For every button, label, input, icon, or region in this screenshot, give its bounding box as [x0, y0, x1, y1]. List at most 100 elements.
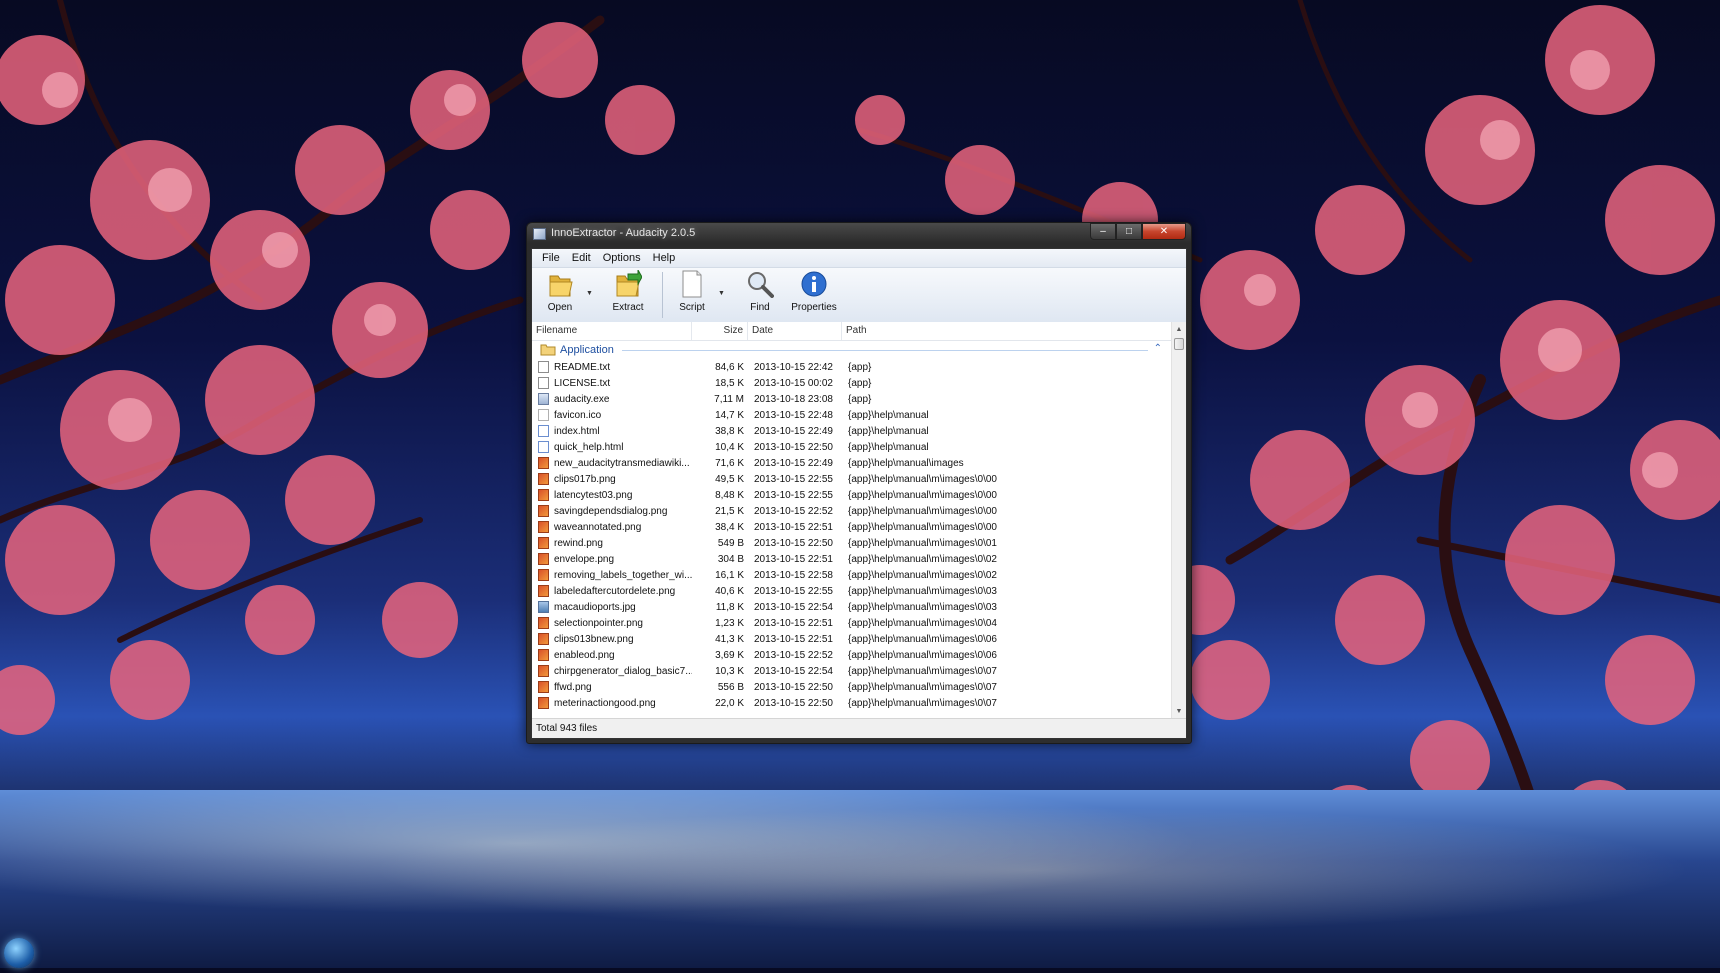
column-size[interactable]: Size [692, 322, 748, 340]
innoextractor-window: InnoExtractor - Audacity 2.0.5 – □ ✕ Fil… [526, 222, 1192, 744]
file-row[interactable]: clips017b.png 49,5 K 2013-10-15 22:55 {app}… [532, 471, 1172, 487]
file-row[interactable]: favicon.ico 14,7 K 2013-10-15 22:48 {app}\h… [532, 407, 1172, 423]
file-rows: README.txt 84,6 K 2013-10-15 22:42 {app} LIC… [532, 359, 1172, 711]
png-file-icon [538, 617, 549, 629]
menu-bar: File Edit Options Help [532, 249, 1186, 268]
file-row[interactable]: macaudioports.jpg 11,8 K 2013-10-15 22:54 {… [532, 599, 1172, 615]
file-date: 2013-10-15 22:52 [754, 505, 833, 517]
menu-edit[interactable]: Edit [566, 252, 597, 264]
jpg-file-icon [538, 601, 549, 613]
scroll-down-arrow[interactable]: ▼ [1172, 704, 1186, 718]
file-date: 2013-10-15 22:51 [754, 633, 833, 645]
toolbar-separator [662, 272, 663, 318]
file-row[interactable]: enableod.png 3,69 K 2013-10-15 22:52 {app}\… [532, 647, 1172, 663]
file-size: 3,69 K [715, 649, 744, 661]
group-header-application[interactable]: Application ⌃ [532, 342, 1172, 358]
file-row[interactable]: new_audacitytransmediawiki... 71,6 K 2013-… [532, 455, 1172, 471]
file-row[interactable]: labeledaftercutordelete.png 40,6 K 2013-10… [532, 583, 1172, 599]
start-button[interactable] [4, 938, 34, 968]
folder-open-icon [549, 275, 573, 297]
file-size: 18,5 K [715, 377, 744, 389]
png-file-icon [538, 489, 549, 501]
file-date: 2013-10-15 22:51 [754, 553, 833, 565]
file-date: 2013-10-18 23:08 [754, 393, 833, 405]
file-path: {app}\help\manual\images [848, 457, 964, 469]
file-name-cell: envelope.png [532, 553, 692, 565]
file-path: {app}\help\manual\m\images\0\00 [848, 473, 997, 485]
minimize-button[interactable]: – [1090, 223, 1116, 240]
file-name-cell: README.txt [532, 361, 692, 373]
file-name: clips013bnew.png [554, 633, 634, 645]
open-button[interactable]: Open [540, 270, 580, 320]
file-date: 2013-10-15 22:49 [754, 425, 833, 437]
menu-file[interactable]: File [536, 252, 566, 264]
extract-folder-icon [616, 270, 642, 297]
extract-button[interactable]: Extract [606, 270, 650, 320]
file-row[interactable]: removing_labels_together_wi... 16,1 K 2013… [532, 567, 1172, 583]
file-row[interactable]: quick_help.html 10,4 K 2013-10-15 22:50 {ap… [532, 439, 1172, 455]
file-name-cell: rewind.png [532, 537, 692, 549]
file-row[interactable]: envelope.png 304 B 2013-10-15 22:51 {app}\h… [532, 551, 1172, 567]
scroll-up-arrow[interactable]: ▲ [1172, 322, 1186, 336]
file-row[interactable]: savingdependsdialog.png 21,5 K 2013-10-15 … [532, 503, 1172, 519]
maximize-button[interactable]: □ [1116, 223, 1142, 240]
file-date: 2013-10-15 22:50 [754, 537, 833, 549]
file-size: 1,23 K [715, 617, 744, 629]
file-row[interactable]: README.txt 84,6 K 2013-10-15 22:42 {app} [532, 359, 1172, 375]
app-icon[interactable] [533, 228, 546, 240]
file-size: 40,6 K [715, 585, 744, 597]
menu-help[interactable]: Help [647, 252, 682, 264]
html-file-icon [538, 441, 549, 453]
file-date: 2013-10-15 22:42 [754, 361, 833, 373]
png-file-icon [538, 505, 549, 517]
collapse-caret-icon[interactable]: ⌃ [1154, 343, 1162, 354]
vertical-scrollbar[interactable]: ▲ ▼ [1171, 322, 1186, 718]
open-dropdown-arrow[interactable]: ▼ [586, 290, 593, 297]
file-name: removing_labels_together_wi... [554, 569, 692, 581]
file-row[interactable]: meterinactiongood.png 22,0 K 2013-10-15 22… [532, 695, 1172, 711]
file-name-cell: labeledaftercutordelete.png [532, 585, 692, 597]
title-bar[interactable]: InnoExtractor - Audacity 2.0.5 – □ ✕ [527, 223, 1191, 245]
scroll-thumb[interactable] [1174, 338, 1184, 350]
script-dropdown-arrow[interactable]: ▼ [718, 290, 725, 297]
menu-options[interactable]: Options [597, 252, 647, 264]
file-row[interactable]: index.html 38,8 K 2013-10-15 22:49 {app}\he… [532, 423, 1172, 439]
png-file-icon [538, 537, 549, 549]
file-row[interactable]: waveannotated.png 38,4 K 2013-10-15 22:51 {… [532, 519, 1172, 535]
png-file-icon [538, 649, 549, 661]
file-name: index.html [554, 425, 600, 437]
properties-button[interactable]: Properties [788, 270, 840, 320]
file-name: envelope.png [554, 553, 615, 565]
file-name-cell: quick_help.html [532, 441, 692, 453]
png-file-icon [538, 521, 549, 533]
file-date: 2013-10-15 22:51 [754, 617, 833, 629]
column-path[interactable]: Path [842, 322, 1172, 340]
open-label: Open [547, 302, 573, 313]
png-file-icon [538, 473, 549, 485]
file-row[interactable]: ffwd.png 556 B 2013-10-15 22:50 {app}\help\… [532, 679, 1172, 695]
magnifier-icon [748, 272, 774, 298]
column-filename[interactable]: Filename [532, 322, 692, 340]
file-row[interactable]: LICENSE.txt 18,5 K 2013-10-15 00:02 {app} [532, 375, 1172, 391]
find-button[interactable]: Find [742, 270, 778, 320]
script-button[interactable]: Script [672, 270, 712, 320]
file-row[interactable]: latencytest03.png 8,48 K 2013-10-15 22:55 {… [532, 487, 1172, 503]
file-date: 2013-10-15 22:51 [754, 521, 833, 533]
file-name-cell: macaudioports.jpg [532, 601, 692, 613]
file-list[interactable]: Filename Size Date Path Application ⌃ RE… [532, 322, 1186, 718]
file-date: 2013-10-15 22:54 [754, 665, 833, 677]
file-row[interactable]: clips013bnew.png 41,3 K 2013-10-15 22:51 {a… [532, 631, 1172, 647]
file-date: 2013-10-15 22:50 [754, 697, 833, 709]
file-row[interactable]: rewind.png 549 B 2013-10-15 22:50 {app}\hel… [532, 535, 1172, 551]
info-icon [801, 271, 827, 297]
file-row[interactable]: audacity.exe 7,11 M 2013-10-18 23:08 {app} [532, 391, 1172, 407]
script-document-icon [682, 270, 702, 298]
file-path: {app}\help\manual\m\images\0\03 [848, 585, 997, 597]
close-button[interactable]: ✕ [1142, 223, 1186, 240]
file-path: {app}\help\manual\m\images\0\07 [848, 681, 997, 693]
png-file-icon [538, 665, 549, 677]
file-path: {app}\help\manual\m\images\0\06 [848, 649, 997, 661]
file-row[interactable]: selectionpointer.png 1,23 K 2013-10-15 22:… [532, 615, 1172, 631]
column-date[interactable]: Date [748, 322, 842, 340]
file-row[interactable]: chirpgenerator_dialog_basic7... 10,3 K 201… [532, 663, 1172, 679]
